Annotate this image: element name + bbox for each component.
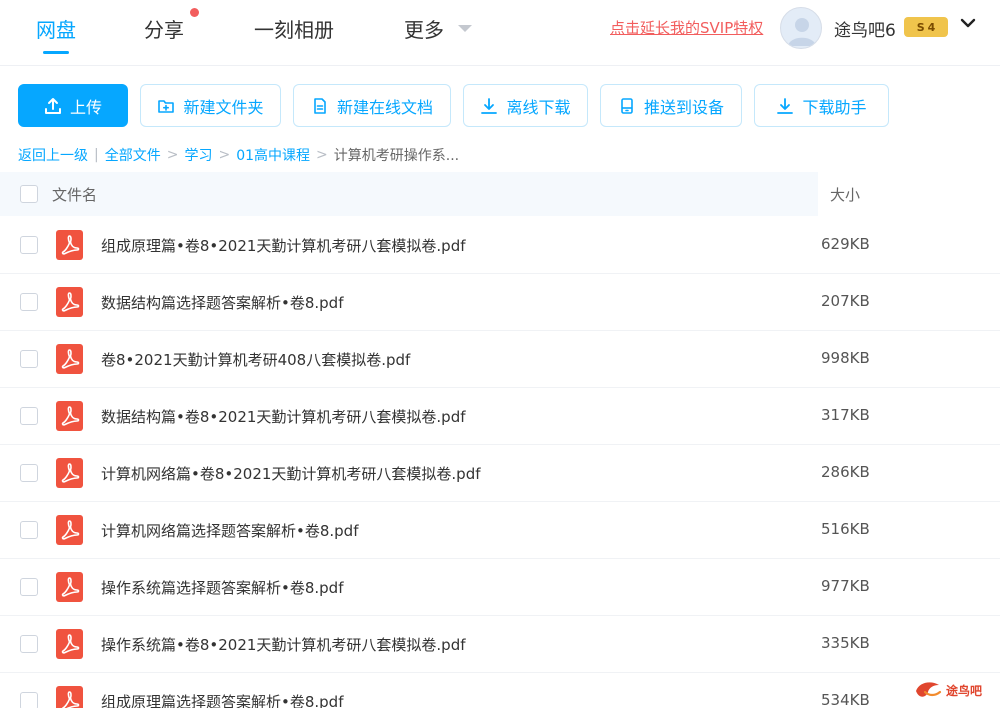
more-caret-icon[interactable] <box>458 25 472 32</box>
nav-tab-more[interactable]: 更多 <box>404 14 444 43</box>
download-helper-label: 下载助手 <box>802 97 867 117</box>
table-row[interactable]: 组成原理篇选择题答案解析•卷8.pdf 534KB <box>0 673 1000 708</box>
nav-tab-share[interactable]: 分享 <box>144 14 184 43</box>
offline-download-label: 离线下载 <box>506 97 571 117</box>
file-size: 207KB <box>821 292 870 310</box>
toolbar: 上传 新建文件夹 新建在线文档 离线下载 推送到设备 下载助手 <box>0 84 1000 128</box>
breadcrumb-divider: | <box>94 147 99 163</box>
bird-logo-icon <box>916 682 942 697</box>
file-name[interactable]: 数据结构篇选择题答案解析•卷8.pdf <box>101 292 343 313</box>
breadcrumb-current: 计算机考研操作系... <box>333 148 460 164</box>
active-tab-indicator <box>43 51 69 54</box>
vip-level-number: 4 <box>927 20 936 34</box>
file-name[interactable]: 组成原理篇•卷8•2021天勤计算机考研八套模拟卷.pdf <box>101 235 466 256</box>
file-size: 335KB <box>821 634 870 652</box>
table-row[interactable]: 数据结构篇选择题答案解析•卷8.pdf 207KB <box>0 274 1000 331</box>
new-folder-label: 新建文件夹 <box>183 97 264 117</box>
breadcrumb-study[interactable]: 学习 <box>184 145 212 165</box>
row-checkbox[interactable] <box>20 350 38 368</box>
file-size: 629KB <box>821 235 870 253</box>
nav-tab-netdisk[interactable]: 网盘 <box>36 14 76 43</box>
column-header-name[interactable]: 文件名 <box>52 184 97 205</box>
file-name[interactable]: 计算机网络篇•卷8•2021天勤计算机考研八套模拟卷.pdf <box>101 463 481 484</box>
user-avatar-icon <box>788 18 816 46</box>
file-size: 317KB <box>821 406 870 424</box>
nav-tab-album[interactable]: 一刻相册 <box>254 14 334 43</box>
download-helper-icon <box>777 97 794 114</box>
pdf-file-icon <box>56 458 83 488</box>
vip-badge-letter: S <box>916 20 925 34</box>
file-size: 998KB <box>821 349 870 367</box>
row-checkbox[interactable] <box>20 692 38 708</box>
push-to-device-label: 推送到设备 <box>643 97 724 117</box>
file-size: 286KB <box>821 463 870 481</box>
file-size: 516KB <box>821 520 870 538</box>
file-name[interactable]: 操作系统篇•卷8•2021天勤计算机考研八套模拟卷.pdf <box>101 634 466 655</box>
pdf-file-icon <box>56 515 83 545</box>
file-table-header: 文件名 大小 <box>0 172 1000 216</box>
pdf-file-icon <box>56 401 83 431</box>
table-row[interactable]: 组成原理篇•卷8•2021天勤计算机考研八套模拟卷.pdf 629KB <box>0 217 1000 274</box>
header-background <box>0 172 818 216</box>
row-checkbox[interactable] <box>20 578 38 596</box>
breadcrumb-highschool[interactable]: 01高中课程 <box>236 145 310 165</box>
table-row[interactable]: 卷8•2021天勤计算机考研408八套模拟卷.pdf 998KB <box>0 331 1000 388</box>
chevron-down-icon[interactable] <box>959 14 977 32</box>
notification-dot <box>190 8 199 17</box>
table-row[interactable]: 计算机网络篇•卷8•2021天勤计算机考研八套模拟卷.pdf 286KB <box>0 445 1000 502</box>
row-checkbox[interactable] <box>20 236 38 254</box>
document-icon <box>314 97 326 114</box>
file-name[interactable]: 卷8•2021天勤计算机考研408八套模拟卷.pdf <box>101 349 410 370</box>
upload-icon <box>44 97 61 114</box>
device-icon <box>621 97 633 114</box>
svip-renew-link[interactable]: 点击延长我的SVIP特权 <box>610 17 763 38</box>
watermark-text: 途鸟吧 <box>946 683 983 698</box>
row-checkbox[interactable] <box>20 407 38 425</box>
row-checkbox[interactable] <box>20 521 38 539</box>
file-name[interactable]: 组成原理篇选择题答案解析•卷8.pdf <box>101 691 343 708</box>
file-name[interactable]: 数据结构篇•卷8•2021天勤计算机考研八套模拟卷.pdf <box>101 406 466 427</box>
avatar[interactable] <box>780 7 822 49</box>
column-header-size[interactable]: 大小 <box>830 184 860 205</box>
pdf-file-icon <box>56 686 83 708</box>
breadcrumb-chevron-icon: > <box>218 147 231 163</box>
row-checkbox[interactable] <box>20 464 38 482</box>
breadcrumb-chevron-icon: > <box>316 147 328 163</box>
username[interactable]: 途鸟吧6 <box>834 16 896 41</box>
pdf-file-icon <box>56 287 83 317</box>
table-row[interactable]: 操作系统篇•卷8•2021天勤计算机考研八套模拟卷.pdf 335KB <box>0 616 1000 673</box>
file-size: 534KB <box>821 691 870 708</box>
upload-label: 上传 <box>69 97 102 117</box>
breadcrumb-all-files[interactable]: 全部文件 <box>105 145 161 165</box>
new-folder-icon <box>158 99 175 113</box>
pdf-file-icon <box>56 230 83 260</box>
table-row[interactable]: 计算机网络篇选择题答案解析•卷8.pdf 516KB <box>0 502 1000 559</box>
table-row[interactable]: 数据结构篇•卷8•2021天勤计算机考研八套模拟卷.pdf 317KB <box>0 388 1000 445</box>
pdf-file-icon <box>56 344 83 374</box>
top-nav: 网盘 分享 一刻相册 更多 点击延长我的SVIP特权 途鸟吧6 S 4 <box>0 0 1000 66</box>
file-name[interactable]: 操作系统篇选择题答案解析•卷8.pdf <box>101 577 343 598</box>
watermark-logo: 途鸟吧 <box>913 675 997 705</box>
pdf-file-icon <box>56 572 83 602</box>
file-name[interactable]: 计算机网络篇选择题答案解析•卷8.pdf <box>101 520 359 541</box>
download-icon <box>481 97 498 114</box>
vip-level-badge: S 4 <box>904 17 948 37</box>
breadcrumb: 返回上一级 | 全部文件 > 学习 > 01高中课程 > 计算机考研操作系... <box>18 145 459 165</box>
download-helper-button[interactable]: 下载助手 <box>754 84 889 127</box>
row-checkbox[interactable] <box>20 293 38 311</box>
offline-download-button[interactable]: 离线下载 <box>463 84 588 127</box>
new-folder-button[interactable]: 新建文件夹 <box>140 84 281 127</box>
table-row[interactable]: 操作系统篇选择题答案解析•卷8.pdf 977KB <box>0 559 1000 616</box>
push-to-device-button[interactable]: 推送到设备 <box>600 84 742 127</box>
file-size: 977KB <box>821 577 870 595</box>
new-online-doc-button[interactable]: 新建在线文档 <box>293 84 451 127</box>
breadcrumb-back-link[interactable]: 返回上一级 <box>18 145 88 165</box>
breadcrumb-chevron-icon: > <box>166 147 179 163</box>
pdf-file-icon <box>56 629 83 659</box>
new-online-doc-label: 新建在线文档 <box>336 97 433 117</box>
select-all-checkbox[interactable] <box>20 185 38 203</box>
row-checkbox[interactable] <box>20 635 38 653</box>
upload-button[interactable]: 上传 <box>18 84 128 127</box>
